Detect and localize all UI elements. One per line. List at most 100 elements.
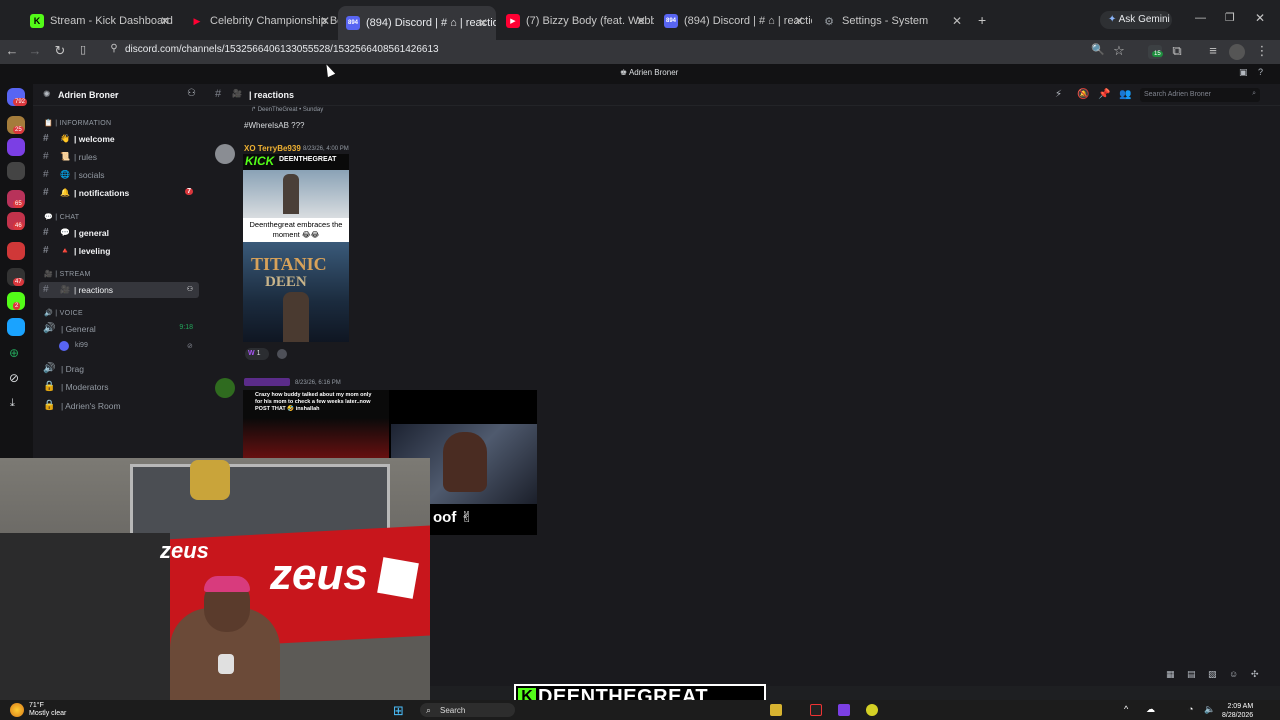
- close-icon[interactable]: ✕: [794, 14, 804, 28]
- channel-rules[interactable]: # 📜 | rules: [39, 149, 199, 165]
- close-icon[interactable]: ✕: [952, 14, 962, 28]
- close-icon[interactable]: ✕: [160, 14, 170, 28]
- reaction-pill[interactable]: W 1: [245, 348, 269, 360]
- avatar[interactable]: [215, 378, 235, 398]
- avatar[interactable]: [215, 144, 235, 164]
- voice-channel-drag[interactable]: 🔊 | Drag: [39, 361, 199, 377]
- tab-bizzy-body[interactable]: ▶ (7) Bizzy Body (feat. Webbie & ✕: [498, 8, 654, 34]
- gift-icon[interactable]: ▦: [1166, 669, 1175, 680]
- member-list-icon[interactable]: 👥: [1119, 89, 1131, 100]
- weather-icon[interactable]: [10, 703, 24, 717]
- new-tab-icon[interactable]: +: [978, 12, 986, 28]
- gif-icon[interactable]: ▤: [1187, 669, 1196, 680]
- url-field[interactable]: discord.com/channels/1532566406133055528…: [125, 44, 439, 55]
- channel-label: | Adrien's Room: [61, 401, 121, 411]
- discover-icon[interactable]: ⊘: [9, 371, 19, 385]
- notification-bell-icon[interactable]: 🔕: [1077, 89, 1089, 100]
- message-author[interactable]: XO TerryBe939: [244, 144, 301, 153]
- server-icon[interactable]: [7, 242, 25, 260]
- weather-widget[interactable]: 71°F Mostly clear: [29, 702, 66, 718]
- guild-icon: ♚: [620, 68, 629, 77]
- ask-gemini-button[interactable]: ✦ Ask Gemini: [1100, 11, 1172, 29]
- server-icon[interactable]: [7, 162, 25, 180]
- server-icon[interactable]: [7, 138, 25, 156]
- hash-icon: #: [43, 133, 49, 144]
- close-icon[interactable]: ✕: [636, 14, 646, 28]
- profile-avatar[interactable]: [1229, 44, 1245, 60]
- tab-label: Celebrity Championship Box: [210, 15, 338, 27]
- server-header[interactable]: ✺ Adrien Broner ⌄ ⚇: [33, 84, 205, 106]
- search-input[interactable]: Search Adrien Broner ⌕: [1140, 88, 1260, 102]
- apps-icon[interactable]: ✣: [1251, 669, 1259, 680]
- inbox-icon[interactable]: ▣: [1239, 67, 1248, 78]
- help-icon[interactable]: ?: [1258, 67, 1263, 77]
- cloud-icon[interactable]: ☁: [1146, 704, 1155, 715]
- category-label: | INFORMATION: [55, 120, 112, 127]
- add-member-icon[interactable]: ⚇: [187, 285, 193, 293]
- taskbar-search[interactable]: ⌕ Search: [420, 703, 515, 717]
- windows-start-icon[interactable]: ⊞: [393, 703, 404, 719]
- zoom-icon[interactable]: 🔍: [1090, 43, 1106, 56]
- channel-general[interactable]: # 💬 | general: [39, 225, 199, 241]
- poster-subtitle: DEEN: [265, 274, 307, 290]
- gaming-chair: [0, 533, 170, 700]
- tab-kick-dashboard[interactable]: K Stream - Kick Dashboard ✕: [22, 8, 178, 34]
- system-clock[interactable]: 2:09 AM 8/28/2026: [1222, 702, 1253, 720]
- ask-gemini-label: Ask Gemini: [1118, 14, 1170, 25]
- window-close-icon[interactable]: ✕: [1255, 11, 1265, 25]
- menu-icon[interactable]: ⋮: [1254, 43, 1270, 59]
- message-video-attachment[interactable]: KICK DEENTHEGREAT Deenthegreat embraces …: [243, 154, 349, 342]
- reply-preview[interactable]: ↱ DeenTheGreat • Sunday: [251, 106, 323, 113]
- app-icon[interactable]: [866, 704, 878, 716]
- speaker-icon: 🔊: [43, 323, 56, 334]
- category-chat[interactable]: 💬 | CHAT: [44, 213, 79, 221]
- close-icon[interactable]: ✕: [478, 16, 488, 30]
- tab-discord-reactions-2[interactable]: 894 (894) Discord | # ⌂ | reactions ✕: [656, 8, 812, 34]
- volume-icon[interactable]: 🔈: [1204, 704, 1215, 715]
- wifi-icon[interactable]: ◔: [1188, 704, 1193, 714]
- channel-leveling[interactable]: # 🔺 | leveling: [39, 243, 199, 259]
- sidebar-toggle-icon[interactable]: ▯: [75, 43, 91, 56]
- download-icon[interactable]: ⤓: [10, 397, 15, 410]
- minimize-icon[interactable]: —: [1195, 12, 1206, 24]
- category-stream[interactable]: 🎥 | STREAM: [44, 270, 91, 278]
- add-server-icon[interactable]: ⊕: [9, 346, 19, 360]
- server-icon[interactable]: [7, 318, 25, 336]
- back-icon[interactable]: ←: [4, 43, 20, 58]
- voice-channel-general[interactable]: 🔊 | General 9:18: [39, 321, 199, 337]
- app-icon[interactable]: [838, 704, 850, 716]
- site-info-icon[interactable]: ⚲: [106, 43, 122, 54]
- invite-icon[interactable]: ⚇: [187, 88, 196, 99]
- tray-chevron-icon[interactable]: ^: [1124, 704, 1128, 714]
- reload-icon[interactable]: ↻: [52, 43, 68, 59]
- category-voice[interactable]: 🔊 | VOICE: [44, 309, 83, 317]
- forward-icon[interactable]: →: [27, 43, 43, 58]
- tab-celebrity-championship[interactable]: ▶ Celebrity Championship Box ✕: [182, 8, 338, 34]
- bookmark-star-icon[interactable]: ☆: [1111, 43, 1127, 59]
- voice-user-name[interactable]: ki99: [75, 342, 88, 349]
- puzzle-icon[interactable]: ⧉: [1169, 43, 1185, 59]
- channel-notifications[interactable]: # 🔔 | notifications 7: [39, 185, 199, 201]
- app-icon[interactable]: [810, 704, 822, 716]
- tab-settings-system[interactable]: ⚙ Settings - System ✕: [814, 8, 970, 34]
- voice-channel-adriens-room[interactable]: 🔒 | Adrien's Room: [39, 398, 199, 414]
- file-explorer-icon[interactable]: [770, 704, 782, 716]
- video-caption: Deenthegreat embraces the moment 😂😂: [243, 218, 349, 242]
- close-icon[interactable]: ✕: [320, 14, 330, 28]
- add-reaction-icon[interactable]: [277, 349, 287, 359]
- media-icon[interactable]: ≡: [1205, 43, 1221, 58]
- channel-reactions[interactable]: # 🎥 | reactions ⚇: [39, 282, 199, 298]
- pin-icon[interactable]: 📌: [1098, 89, 1110, 100]
- channel-socials[interactable]: # 🌐 | socials: [39, 167, 199, 183]
- kick-logo: KICK: [245, 154, 275, 168]
- category-information[interactable]: 📋 | INFORMATION: [44, 119, 111, 127]
- channel-welcome[interactable]: # 👋 | welcome: [39, 131, 199, 147]
- sticker-icon[interactable]: ▧: [1208, 669, 1217, 680]
- maximize-icon[interactable]: ❐: [1225, 11, 1235, 24]
- emoji-icon[interactable]: ☺: [1229, 669, 1238, 679]
- channel-label: | reactions: [74, 285, 114, 295]
- voice-channel-moderators[interactable]: 🔒 | Moderators: [39, 379, 199, 395]
- threads-icon[interactable]: ⚡: [1055, 89, 1062, 100]
- message-author-redacted[interactable]: [244, 378, 290, 386]
- tab-discord-reactions[interactable]: 894 (894) Discord | # ⌂ | reactions ✕: [338, 6, 496, 40]
